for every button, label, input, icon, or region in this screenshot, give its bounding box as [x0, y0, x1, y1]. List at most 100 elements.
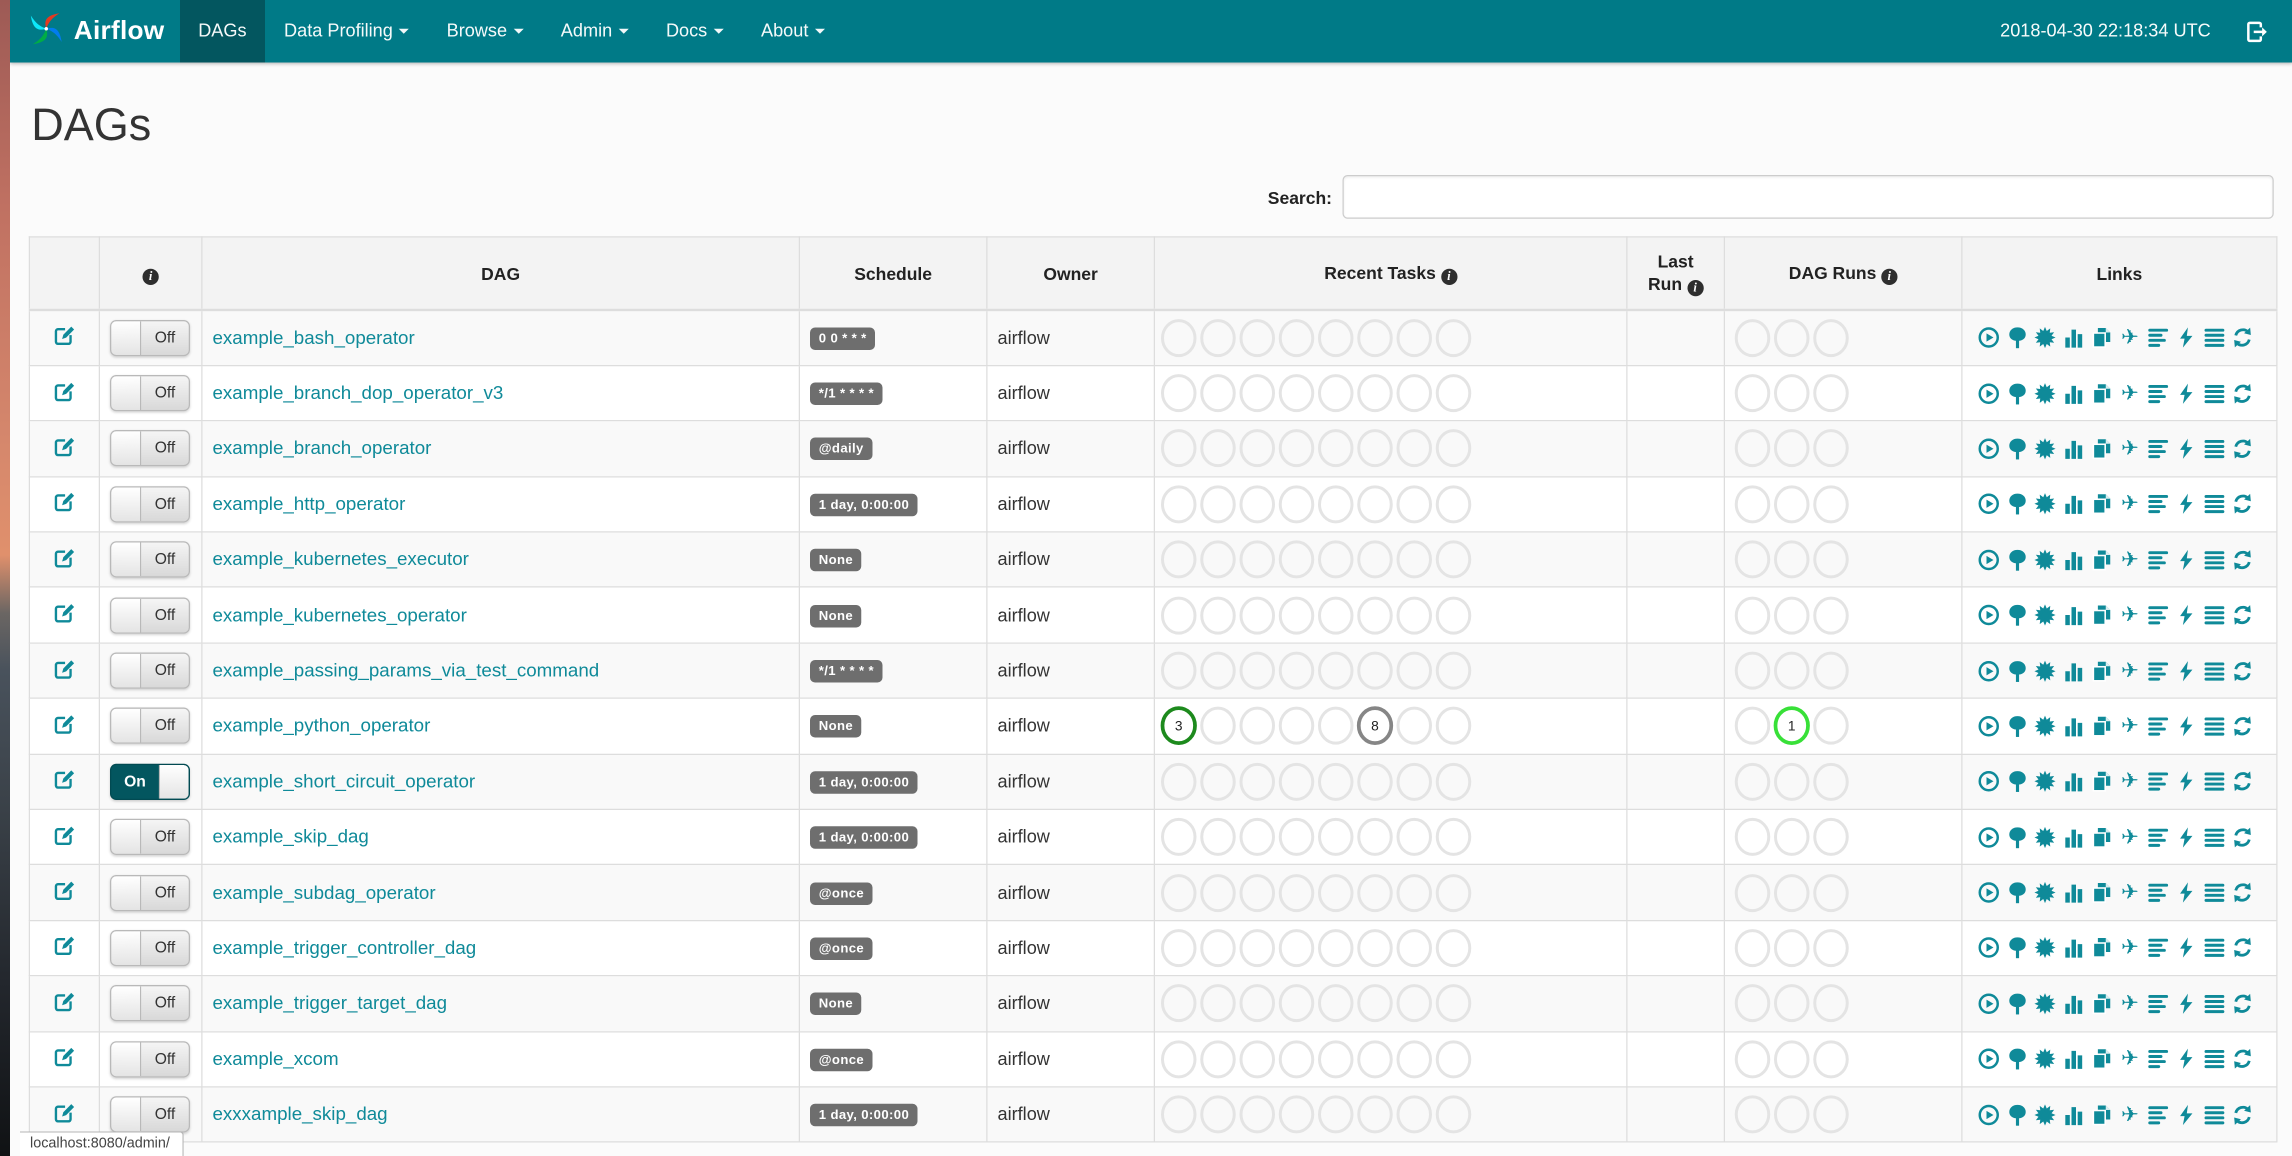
- dag-pause-toggle[interactable]: Off: [110, 375, 190, 412]
- trigger-dag-icon[interactable]: [1978, 548, 2001, 571]
- gantt-view-icon[interactable]: [2147, 1048, 2170, 1071]
- tree-view-icon[interactable]: [2006, 604, 2029, 627]
- tree-view-icon[interactable]: [2006, 382, 2029, 405]
- tree-view-icon[interactable]: [2006, 659, 2029, 682]
- recent-tasks-circles[interactable]: [1160, 869, 1474, 915]
- gantt-view-icon[interactable]: [2147, 548, 2170, 571]
- dag-runs-circles[interactable]: [1734, 814, 1852, 860]
- tree-view-icon[interactable]: [2006, 937, 2029, 960]
- dag-runs-circles[interactable]: [1734, 315, 1852, 361]
- landing-times-icon[interactable]: ✈: [2119, 493, 2142, 516]
- edit-dag-icon[interactable]: [53, 493, 77, 518]
- dag-runs-circles[interactable]: 1: [1734, 703, 1852, 749]
- logs-icon[interactable]: [2203, 604, 2226, 627]
- tree-view-icon[interactable]: [2006, 327, 2029, 350]
- code-view-icon[interactable]: [2175, 327, 2198, 350]
- task-tries-icon[interactable]: [2090, 992, 2113, 1015]
- edit-dag-icon[interactable]: [53, 548, 77, 573]
- tasks-duration-icon[interactable]: [2062, 992, 2085, 1015]
- logs-icon[interactable]: [2203, 770, 2226, 793]
- dag-pause-toggle[interactable]: Off: [110, 597, 190, 634]
- dag-name-link[interactable]: example_branch_dop_operator_v3: [213, 383, 504, 404]
- refresh-icon[interactable]: [2232, 826, 2255, 849]
- task-tries-icon[interactable]: [2090, 437, 2113, 460]
- refresh-icon[interactable]: [2232, 937, 2255, 960]
- recent-tasks-circles[interactable]: [1160, 980, 1474, 1026]
- trigger-dag-icon[interactable]: [1978, 604, 2001, 627]
- logs-icon[interactable]: [2203, 548, 2226, 571]
- dag-runs-circles[interactable]: [1734, 426, 1852, 472]
- tree-view-icon[interactable]: [2006, 826, 2029, 849]
- graph-view-icon[interactable]: [2034, 437, 2057, 460]
- nav-item-browse[interactable]: Browse: [428, 0, 542, 63]
- landing-times-icon[interactable]: ✈: [2119, 548, 2142, 571]
- trigger-dag-icon[interactable]: [1978, 1103, 2001, 1126]
- gantt-view-icon[interactable]: [2147, 992, 2170, 1015]
- gantt-view-icon[interactable]: [2147, 1103, 2170, 1126]
- tree-view-icon[interactable]: [2006, 1048, 2029, 1071]
- nav-item-about[interactable]: About: [742, 0, 843, 63]
- tasks-duration-icon[interactable]: [2062, 548, 2085, 571]
- graph-view-icon[interactable]: [2034, 1048, 2057, 1071]
- refresh-icon[interactable]: [2232, 327, 2255, 350]
- gantt-view-icon[interactable]: [2147, 382, 2170, 405]
- logs-icon[interactable]: [2203, 327, 2226, 350]
- refresh-icon[interactable]: [2232, 881, 2255, 904]
- dag-pause-toggle[interactable]: Off: [110, 819, 190, 856]
- trigger-dag-icon[interactable]: [1978, 382, 2001, 405]
- recent-tasks-circles[interactable]: [1160, 1036, 1474, 1082]
- edit-dag-icon[interactable]: [53, 881, 77, 906]
- dag-pause-toggle[interactable]: Off: [110, 430, 190, 467]
- gantt-view-icon[interactable]: [2147, 437, 2170, 460]
- edit-dag-icon[interactable]: [53, 604, 77, 629]
- tree-view-icon[interactable]: [2006, 992, 2029, 1015]
- tree-view-icon[interactable]: [2006, 770, 2029, 793]
- refresh-icon[interactable]: [2232, 548, 2255, 571]
- task-tries-icon[interactable]: [2090, 826, 2113, 849]
- dag-name-link[interactable]: example_passing_params_via_test_command: [213, 660, 600, 681]
- tasks-duration-icon[interactable]: [2062, 715, 2085, 738]
- landing-times-icon[interactable]: ✈: [2119, 826, 2142, 849]
- nav-item-data-profiling[interactable]: Data Profiling: [265, 0, 428, 63]
- tree-view-icon[interactable]: [2006, 548, 2029, 571]
- refresh-icon[interactable]: [2232, 1048, 2255, 1071]
- graph-view-icon[interactable]: [2034, 604, 2057, 627]
- dag-pause-toggle[interactable]: Off: [110, 1040, 190, 1078]
- code-view-icon[interactable]: [2175, 1048, 2198, 1071]
- dag-name-link[interactable]: example_http_operator: [213, 494, 406, 515]
- trigger-dag-icon[interactable]: [1978, 881, 2001, 904]
- recent-tasks-circles[interactable]: [1160, 592, 1474, 638]
- trigger-dag-icon[interactable]: [1978, 937, 2001, 960]
- landing-times-icon[interactable]: ✈: [2119, 327, 2142, 350]
- logs-icon[interactable]: [2203, 1048, 2226, 1071]
- tasks-duration-icon[interactable]: [2062, 493, 2085, 516]
- recent-tasks-circles[interactable]: [1160, 481, 1474, 527]
- airflow-brand[interactable]: Airflow: [10, 0, 179, 63]
- dag-name-link[interactable]: example_python_operator: [213, 716, 431, 737]
- dag-runs-circles[interactable]: [1734, 1036, 1852, 1082]
- dag-pause-toggle[interactable]: Off: [110, 708, 190, 745]
- graph-view-icon[interactable]: [2034, 493, 2057, 516]
- nav-item-dags[interactable]: DAGs: [179, 0, 266, 63]
- code-view-icon[interactable]: [2175, 382, 2198, 405]
- task-tries-icon[interactable]: [2090, 1103, 2113, 1126]
- dag-name-link[interactable]: example_short_circuit_operator: [213, 771, 476, 792]
- logs-icon[interactable]: [2203, 382, 2226, 405]
- code-view-icon[interactable]: [2175, 604, 2198, 627]
- trigger-dag-icon[interactable]: [1978, 659, 2001, 682]
- graph-view-icon[interactable]: [2034, 382, 2057, 405]
- tree-view-icon[interactable]: [2006, 437, 2029, 460]
- recent-tasks-circles[interactable]: [1160, 759, 1474, 805]
- dag-pause-toggle[interactable]: Off: [110, 652, 190, 689]
- graph-view-icon[interactable]: [2034, 659, 2057, 682]
- dag-pause-toggle[interactable]: Off: [110, 319, 190, 357]
- edit-dag-icon[interactable]: [53, 826, 77, 851]
- refresh-icon[interactable]: [2232, 604, 2255, 627]
- landing-times-icon[interactable]: ✈: [2119, 437, 2142, 460]
- dag-runs-circles[interactable]: [1734, 980, 1852, 1026]
- graph-view-icon[interactable]: [2034, 1103, 2057, 1126]
- landing-times-icon[interactable]: ✈: [2119, 715, 2142, 738]
- gantt-view-icon[interactable]: [2147, 937, 2170, 960]
- task-tries-icon[interactable]: [2090, 937, 2113, 960]
- edit-dag-icon[interactable]: [53, 659, 77, 684]
